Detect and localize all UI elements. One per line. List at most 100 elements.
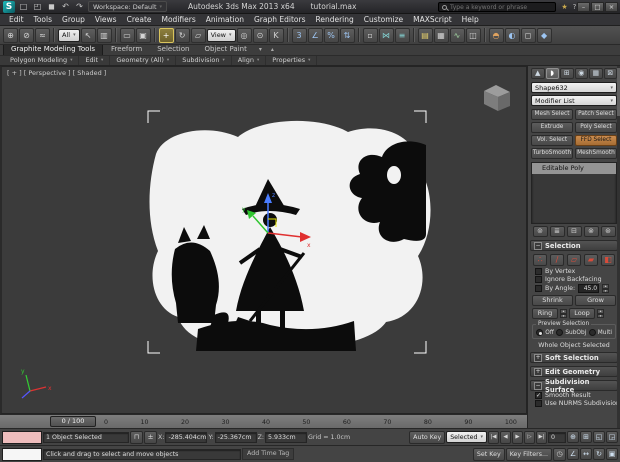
edit-geometry-rollout-header[interactable]: + Edit Geometry xyxy=(530,366,618,377)
menu-customize[interactable]: Customize xyxy=(359,14,408,26)
menu-animation[interactable]: Animation xyxy=(201,14,249,26)
ring-button[interactable]: Ring xyxy=(532,308,558,319)
stack-item-editable-poly[interactable]: Editable Poly xyxy=(532,163,616,174)
menu-group[interactable]: Group xyxy=(57,14,90,26)
key-filters-button[interactable]: Key Filters... xyxy=(505,447,552,461)
maximize-viewport-icon[interactable]: ▣ xyxy=(606,448,618,460)
edge-subobject-icon[interactable]: ∕ xyxy=(550,254,564,266)
create-tab-icon[interactable]: ▲ xyxy=(531,68,545,79)
subdivision-surface-rollout-header[interactable]: − Subdivision Surface xyxy=(530,378,618,394)
orbit-icon[interactable]: ↻ xyxy=(593,448,605,460)
named-selection-sets-icon[interactable]: ▫ xyxy=(362,27,378,43)
modify-tab-icon[interactable]: ◗ xyxy=(545,68,559,79)
workspace-dropdown[interactable]: Workspace: Default ▾ xyxy=(88,1,168,12)
search-icon[interactable] xyxy=(442,4,447,10)
snap-toggle-icon[interactable]: 3 xyxy=(291,27,307,43)
object-name-field[interactable]: Shape632 ▾ xyxy=(531,82,617,93)
zoom-all-icon[interactable]: ⊞ xyxy=(580,431,592,443)
select-manipulate-icon[interactable]: ⊙ xyxy=(252,27,268,43)
tab-object-paint[interactable]: Object Paint xyxy=(197,44,253,55)
viewport-canvas[interactable]: x y z x y xyxy=(2,67,526,413)
element-subobject-icon[interactable]: ◧ xyxy=(601,254,615,266)
play-animation-icon[interactable]: ▶ xyxy=(512,430,523,444)
ribbon-minimize-icon[interactable]: ▴ xyxy=(267,45,278,55)
new-scene-icon[interactable]: □ xyxy=(18,1,29,12)
utilities-tab-icon[interactable]: ⊠ xyxy=(603,68,617,79)
minimize-button[interactable]: – xyxy=(577,2,590,12)
preview-multi-radio[interactable] xyxy=(588,329,596,336)
select-by-name-icon[interactable]: ▥ xyxy=(96,27,112,43)
select-scale-icon[interactable]: ▱ xyxy=(190,27,206,43)
menu-tools[interactable]: Tools xyxy=(29,14,57,26)
panel-subdivision[interactable]: Subdivision ▾ xyxy=(176,56,232,65)
menu-views[interactable]: Views xyxy=(90,14,122,26)
go-to-end-icon[interactable]: ▶| xyxy=(536,430,547,444)
add-time-tag[interactable]: Add Time Tag xyxy=(242,448,295,460)
preview-subobj-radio[interactable] xyxy=(556,329,564,336)
align-icon[interactable]: ≡ xyxy=(394,27,410,43)
modifier-button-poly-select[interactable]: Poly Select xyxy=(575,122,617,133)
remove-modifier-icon[interactable]: ⊗ xyxy=(583,226,599,237)
keyboard-override-icon[interactable]: K xyxy=(268,27,284,43)
show-end-result-icon[interactable]: ≣ xyxy=(549,226,565,237)
rendered-frame-icon[interactable]: ◻ xyxy=(520,27,536,43)
time-slider[interactable]: 0 / 100 xyxy=(50,416,96,427)
modifier-stack[interactable]: Editable Poly xyxy=(531,162,617,224)
modifier-button-turbosmooth[interactable]: TurboSmooth xyxy=(531,148,573,159)
go-to-start-icon[interactable]: |◀ xyxy=(488,430,499,444)
auto-key-button[interactable]: Auto Key xyxy=(409,430,446,444)
display-tab-icon[interactable]: ▦ xyxy=(589,68,603,79)
preview-off-radio[interactable] xyxy=(536,329,543,336)
spin-down-icon[interactable]: ▾ xyxy=(597,313,604,318)
hierarchy-tab-icon[interactable]: ⊞ xyxy=(560,68,574,79)
viewport-label[interactable]: [ + ] [ Perspective ] [ Shaded ] xyxy=(7,69,106,77)
by-angle-checkbox[interactable] xyxy=(535,285,542,292)
mirror-icon[interactable]: ⋈ xyxy=(378,27,394,43)
bind-spacewarp-icon[interactable]: ≈ xyxy=(35,27,50,43)
select-rotate-icon[interactable]: ↻ xyxy=(174,27,190,43)
current-frame-field[interactable]: 0 xyxy=(548,431,566,443)
pan-icon[interactable]: ↔ xyxy=(580,448,592,460)
y-coord-field[interactable]: -25.367cm xyxy=(214,431,257,443)
undo-icon[interactable]: ↶ xyxy=(60,1,71,12)
open-file-icon[interactable]: ◰ xyxy=(32,1,43,12)
menu-help[interactable]: Help xyxy=(457,14,484,26)
motion-tab-icon[interactable]: ◉ xyxy=(574,68,588,79)
select-object-icon[interactable]: ↖ xyxy=(80,27,96,43)
angle-snap-icon[interactable]: ∠ xyxy=(307,27,323,43)
selection-filter-dropdown[interactable]: All ▾ xyxy=(58,28,80,42)
vertex-subobject-icon[interactable]: ∴ xyxy=(533,254,547,266)
panel-align[interactable]: Align ▾ xyxy=(232,56,267,65)
soft-selection-rollout-header[interactable]: + Soft Selection xyxy=(530,352,618,363)
make-unique-icon[interactable]: ⊟ xyxy=(566,226,582,237)
zoom-extents-icon[interactable]: ◱ xyxy=(593,431,605,443)
panel-edit[interactable]: Edit ▾ xyxy=(79,56,111,65)
spinner-snap-icon[interactable]: ⇅ xyxy=(339,27,355,43)
shrink-button[interactable]: Shrink xyxy=(532,295,573,306)
zoom-icon[interactable]: ⊕ xyxy=(567,431,579,443)
x-coord-field[interactable]: -285.404cm xyxy=(165,431,208,443)
menu-create[interactable]: Create xyxy=(122,14,157,26)
menu-modifiers[interactable]: Modifiers xyxy=(157,14,201,26)
percent-snap-icon[interactable]: % xyxy=(323,27,339,43)
material-editor-icon[interactable]: ◓ xyxy=(488,27,504,43)
maxscript-mini-listener[interactable] xyxy=(2,447,42,461)
save-file-icon[interactable]: ◼ xyxy=(46,1,57,12)
spin-down-icon[interactable]: ▾ xyxy=(602,288,610,293)
selection-region-icon[interactable]: ▭ xyxy=(119,27,135,43)
by-vertex-checkbox[interactable] xyxy=(535,268,542,275)
panel-polygon-modeling[interactable]: Polygon Modeling ▾ xyxy=(4,56,80,65)
pin-stack-icon[interactable]: ⊚ xyxy=(532,226,548,237)
track-bar[interactable]: 0 / 100 0 10 20 30 40 50 60 70 80 90 100 xyxy=(0,414,527,428)
key-set-dropdown[interactable]: Selected ▾ xyxy=(446,431,487,443)
redo-icon[interactable]: ↷ xyxy=(74,1,85,12)
modifier-button-vol-select[interactable]: Vol. Select xyxy=(531,135,573,146)
z-coord-field[interactable]: 5.933cm xyxy=(265,431,308,443)
set-key-button[interactable]: Set Key xyxy=(472,447,505,461)
modifier-button-mesh-select[interactable]: Mesh Select xyxy=(531,109,573,120)
modifier-list-dropdown[interactable]: Modifier List ▾ xyxy=(531,95,617,106)
unlink-selection-icon[interactable]: ⊘ xyxy=(19,27,34,43)
menu-edit[interactable]: Edit xyxy=(4,14,29,26)
configure-modifier-sets-icon[interactable]: ⊛ xyxy=(600,226,616,237)
modifier-button-meshsmooth[interactable]: MeshSmooth xyxy=(575,148,617,159)
